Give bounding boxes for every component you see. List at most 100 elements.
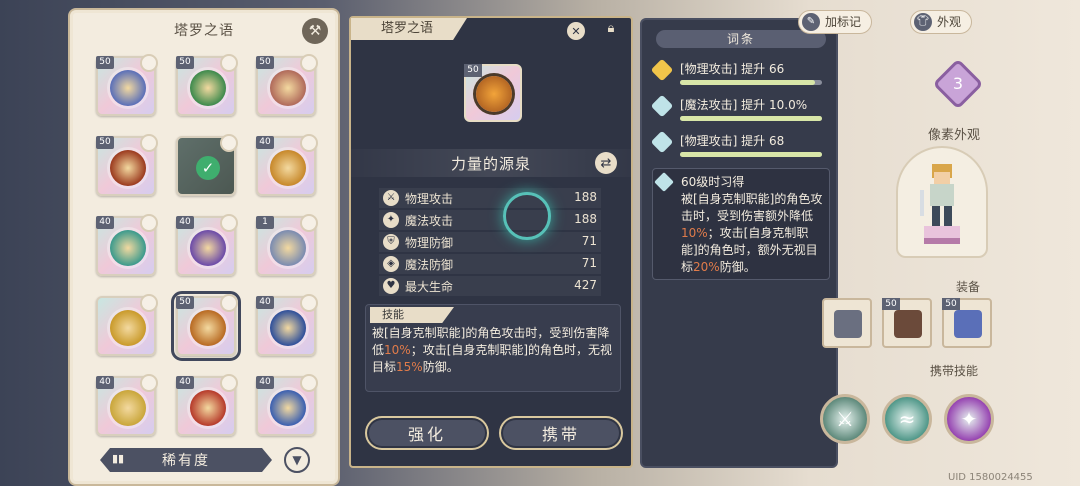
tarot-card[interactable]: 40 bbox=[256, 134, 318, 196]
character-avatar bbox=[220, 294, 238, 312]
affix-row: [物理攻击] 提升 68 bbox=[650, 130, 830, 170]
tarot-card[interactable]: 50 bbox=[171, 291, 241, 361]
tarot-list-panel: 塔罗之语 ⚒ 50 50 50 50 ✓ 40 40 40 1 50 40 40 40 40 稀有度 ▮▮… bbox=[68, 8, 340, 486]
character-avatar bbox=[220, 54, 238, 72]
character-avatar bbox=[300, 214, 318, 232]
hammer-icon[interactable]: ⚒ bbox=[302, 18, 328, 44]
gem-icon bbox=[650, 130, 674, 154]
gem-icon bbox=[650, 94, 674, 118]
stat-label: 最大生命 bbox=[405, 280, 454, 294]
character-avatar bbox=[220, 214, 238, 232]
pixel-character bbox=[920, 164, 960, 244]
equipment-art bbox=[894, 310, 922, 338]
skill-description: 被[自身克制职能]的角色攻击时，受到伤害降低10%；攻击[自身克制职能]的角色时… bbox=[372, 326, 613, 374]
equip-level: 50 bbox=[942, 298, 960, 310]
skill-tag: 技能 bbox=[370, 307, 454, 323]
affix-title: 词条 bbox=[656, 30, 826, 48]
character-avatar bbox=[300, 294, 318, 312]
card-level: 40 bbox=[256, 136, 274, 149]
enhance-button[interactable]: 强化 bbox=[365, 416, 489, 450]
tag-icon: ✎ bbox=[802, 13, 820, 31]
tarot-card[interactable]: 40 bbox=[256, 294, 318, 356]
card-level: 50 bbox=[96, 136, 114, 149]
learn-title: 60级时习得 bbox=[681, 175, 745, 189]
card-level: 40 bbox=[96, 216, 114, 229]
card-emblem bbox=[270, 390, 306, 426]
affix-row: [物理攻击] 提升 66 bbox=[650, 58, 830, 98]
add-mark-button[interactable]: ✎ 加标记 bbox=[798, 10, 873, 34]
tarot-card[interactable]: 50 bbox=[256, 54, 318, 116]
card-emblem bbox=[190, 390, 226, 426]
stat-value: 71 bbox=[581, 256, 597, 270]
sword-aura-icon[interactable]: ⚔ bbox=[820, 394, 870, 444]
tarot-card[interactable]: 40 bbox=[176, 214, 238, 276]
appearance-button[interactable]: 👕︎ 外观 bbox=[910, 10, 973, 34]
card-emblem bbox=[270, 230, 306, 266]
stat-value: 188 bbox=[574, 212, 597, 226]
card-emblem bbox=[110, 390, 146, 426]
card-emblem bbox=[476, 76, 512, 112]
affix-text: [魔法攻击] 提升 10.0% bbox=[680, 98, 808, 112]
card-emblem bbox=[110, 150, 146, 186]
equipment-slot[interactable]: 50 bbox=[882, 298, 932, 348]
lock-icon[interactable]: 🔒︎ bbox=[601, 21, 621, 41]
equipment-slot[interactable] bbox=[822, 298, 872, 348]
stat-row: ⛨ 物理防御 71 bbox=[379, 232, 601, 252]
card-emblem bbox=[110, 70, 146, 106]
selected-card-art: 50 bbox=[464, 64, 522, 122]
stat-row: ◈ 魔法防御 71 bbox=[379, 254, 601, 274]
check-icon: ✓ bbox=[196, 156, 220, 180]
learn-description: 被[自身克制职能]的角色攻击时，受到伤害额外降低10%；攻击[自身克制职能]的角… bbox=[681, 192, 823, 274]
card-name: 力量的源泉 bbox=[450, 155, 531, 173]
close-icon[interactable]: ✕ bbox=[567, 22, 585, 40]
tarot-card[interactable]: 50 bbox=[176, 54, 238, 116]
card-level: 50 bbox=[256, 56, 274, 69]
equipment-art bbox=[954, 310, 982, 338]
character-avatar bbox=[140, 54, 158, 72]
stat-value: 427 bbox=[574, 278, 597, 292]
figure-icon[interactable]: ✦ bbox=[944, 394, 994, 444]
skill-box: 技能 被[自身克制职能]的角色攻击时，受到伤害降低10%；攻击[自身克制职能]的… bbox=[365, 304, 621, 392]
character-avatar bbox=[220, 374, 238, 392]
shirt-icon: 👕︎ bbox=[914, 13, 932, 31]
affix-progress bbox=[680, 152, 822, 157]
affix-learn-box: 60级时习得 被[自身克制职能]的角色攻击时，受到伤害额外降低10%；攻击[自身… bbox=[652, 168, 830, 280]
pixel-appearance-label: 像素外观 bbox=[928, 128, 981, 143]
swap-icon[interactable]: ⇄ bbox=[595, 152, 617, 174]
stat-label: 物理防御 bbox=[405, 236, 454, 250]
card-emblem bbox=[190, 310, 226, 346]
tarot-card[interactable]: 40 bbox=[176, 374, 238, 436]
tarot-card[interactable]: 40 bbox=[96, 214, 158, 276]
tarot-card[interactable]: 40 bbox=[96, 374, 158, 436]
funnel-icon[interactable]: ▼ bbox=[284, 447, 310, 473]
character-avatar bbox=[300, 134, 318, 152]
panel-title: 塔罗之语 bbox=[174, 23, 234, 39]
stat-row: ♥ 最大生命 427 bbox=[379, 276, 601, 296]
sword-icon: ⚔ bbox=[383, 190, 399, 206]
equipment-slot[interactable]: 50 bbox=[942, 298, 992, 348]
card-level: 50 bbox=[464, 64, 482, 77]
card-emblem bbox=[270, 70, 306, 106]
stat-row: ⚔ 物理攻击 188 bbox=[379, 188, 601, 208]
tarot-card[interactable] bbox=[96, 294, 158, 356]
card-level: 50 bbox=[176, 56, 194, 69]
character-avatar bbox=[300, 54, 318, 72]
card-level: 40 bbox=[176, 216, 194, 229]
character-avatar bbox=[140, 214, 158, 232]
tarot-card[interactable]: 50 bbox=[96, 54, 158, 116]
gem-icon bbox=[650, 58, 674, 82]
tarot-card[interactable]: 50 bbox=[96, 134, 158, 196]
tarot-card[interactable]: 1 bbox=[256, 214, 318, 276]
tarot-card[interactable]: 40 bbox=[256, 374, 318, 436]
affix-progress bbox=[680, 80, 822, 85]
card-level: 50 bbox=[176, 296, 194, 309]
rarity-label: 稀有度 bbox=[162, 453, 210, 469]
card-emblem bbox=[190, 230, 226, 266]
carry-button[interactable]: 携带 bbox=[499, 416, 623, 450]
wave-icon[interactable]: ≈ bbox=[882, 394, 932, 444]
equipment-art bbox=[834, 310, 862, 338]
heart-icon: ♥ bbox=[383, 278, 399, 294]
tarot-card[interactable]: ✓ bbox=[176, 134, 238, 196]
stat-label: 魔法攻击 bbox=[405, 214, 454, 228]
equipment-label: 装备 bbox=[956, 280, 981, 294]
